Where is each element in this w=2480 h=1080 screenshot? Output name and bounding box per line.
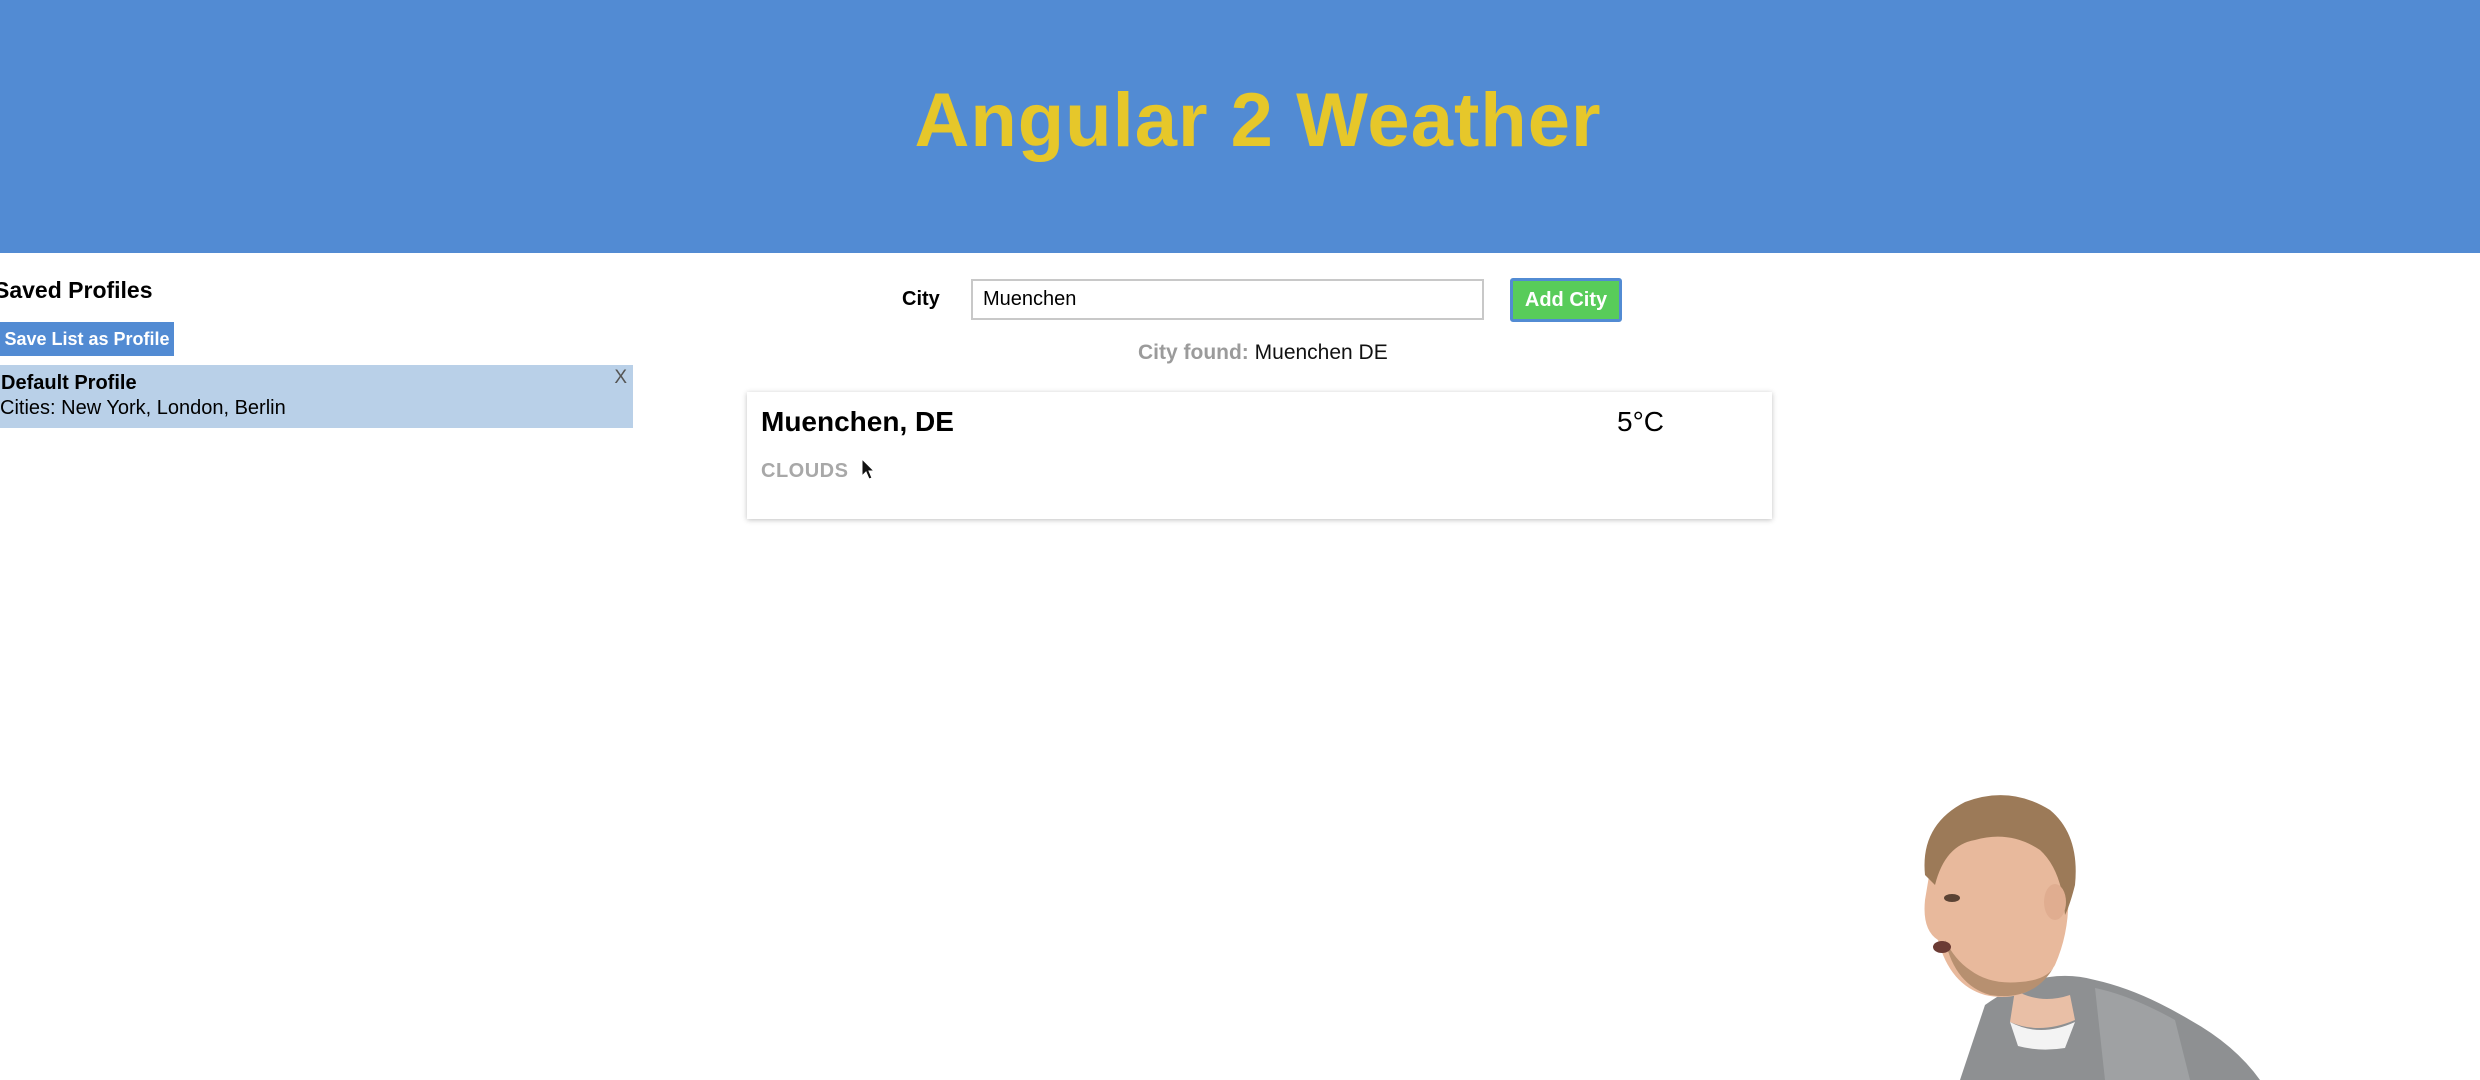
city-found-message: City found: Muenchen DE [1138, 341, 1388, 365]
city-label: City [902, 288, 940, 310]
remove-profile-button[interactable]: X [614, 367, 627, 389]
profile-name: Default Profile [1, 372, 137, 394]
mouse-cursor-icon [861, 458, 876, 480]
city-found-value: Muenchen DE [1254, 341, 1388, 364]
profile-item-default[interactable]: Default Profile Cities: New York, London… [0, 365, 633, 428]
app-title: Angular 2 Weather [914, 78, 1602, 163]
app-header: Angular 2 Weather [0, 0, 2480, 253]
weather-city: Muenchen, DE [761, 406, 954, 437]
weather-card: Muenchen, DE 5°C CLOUDS [747, 392, 1772, 519]
city-found-label: City found: [1138, 341, 1249, 364]
weather-temperature: 5°C [1617, 406, 1664, 437]
save-list-as-profile-button[interactable]: Save List as Profile [0, 322, 174, 356]
weather-description: CLOUDS [761, 460, 849, 482]
add-city-button[interactable]: Add City [1510, 278, 1622, 322]
presenter-webcam-overlay [1924, 795, 2260, 1080]
profile-cities: Cities: New York, London, Berlin [0, 397, 286, 419]
weather-app: Angular 2 Weather Saved Profiles Save Li… [0, 0, 2480, 1080]
saved-profiles-title: Saved Profiles [0, 277, 153, 303]
city-search-input[interactable] [971, 279, 1484, 320]
